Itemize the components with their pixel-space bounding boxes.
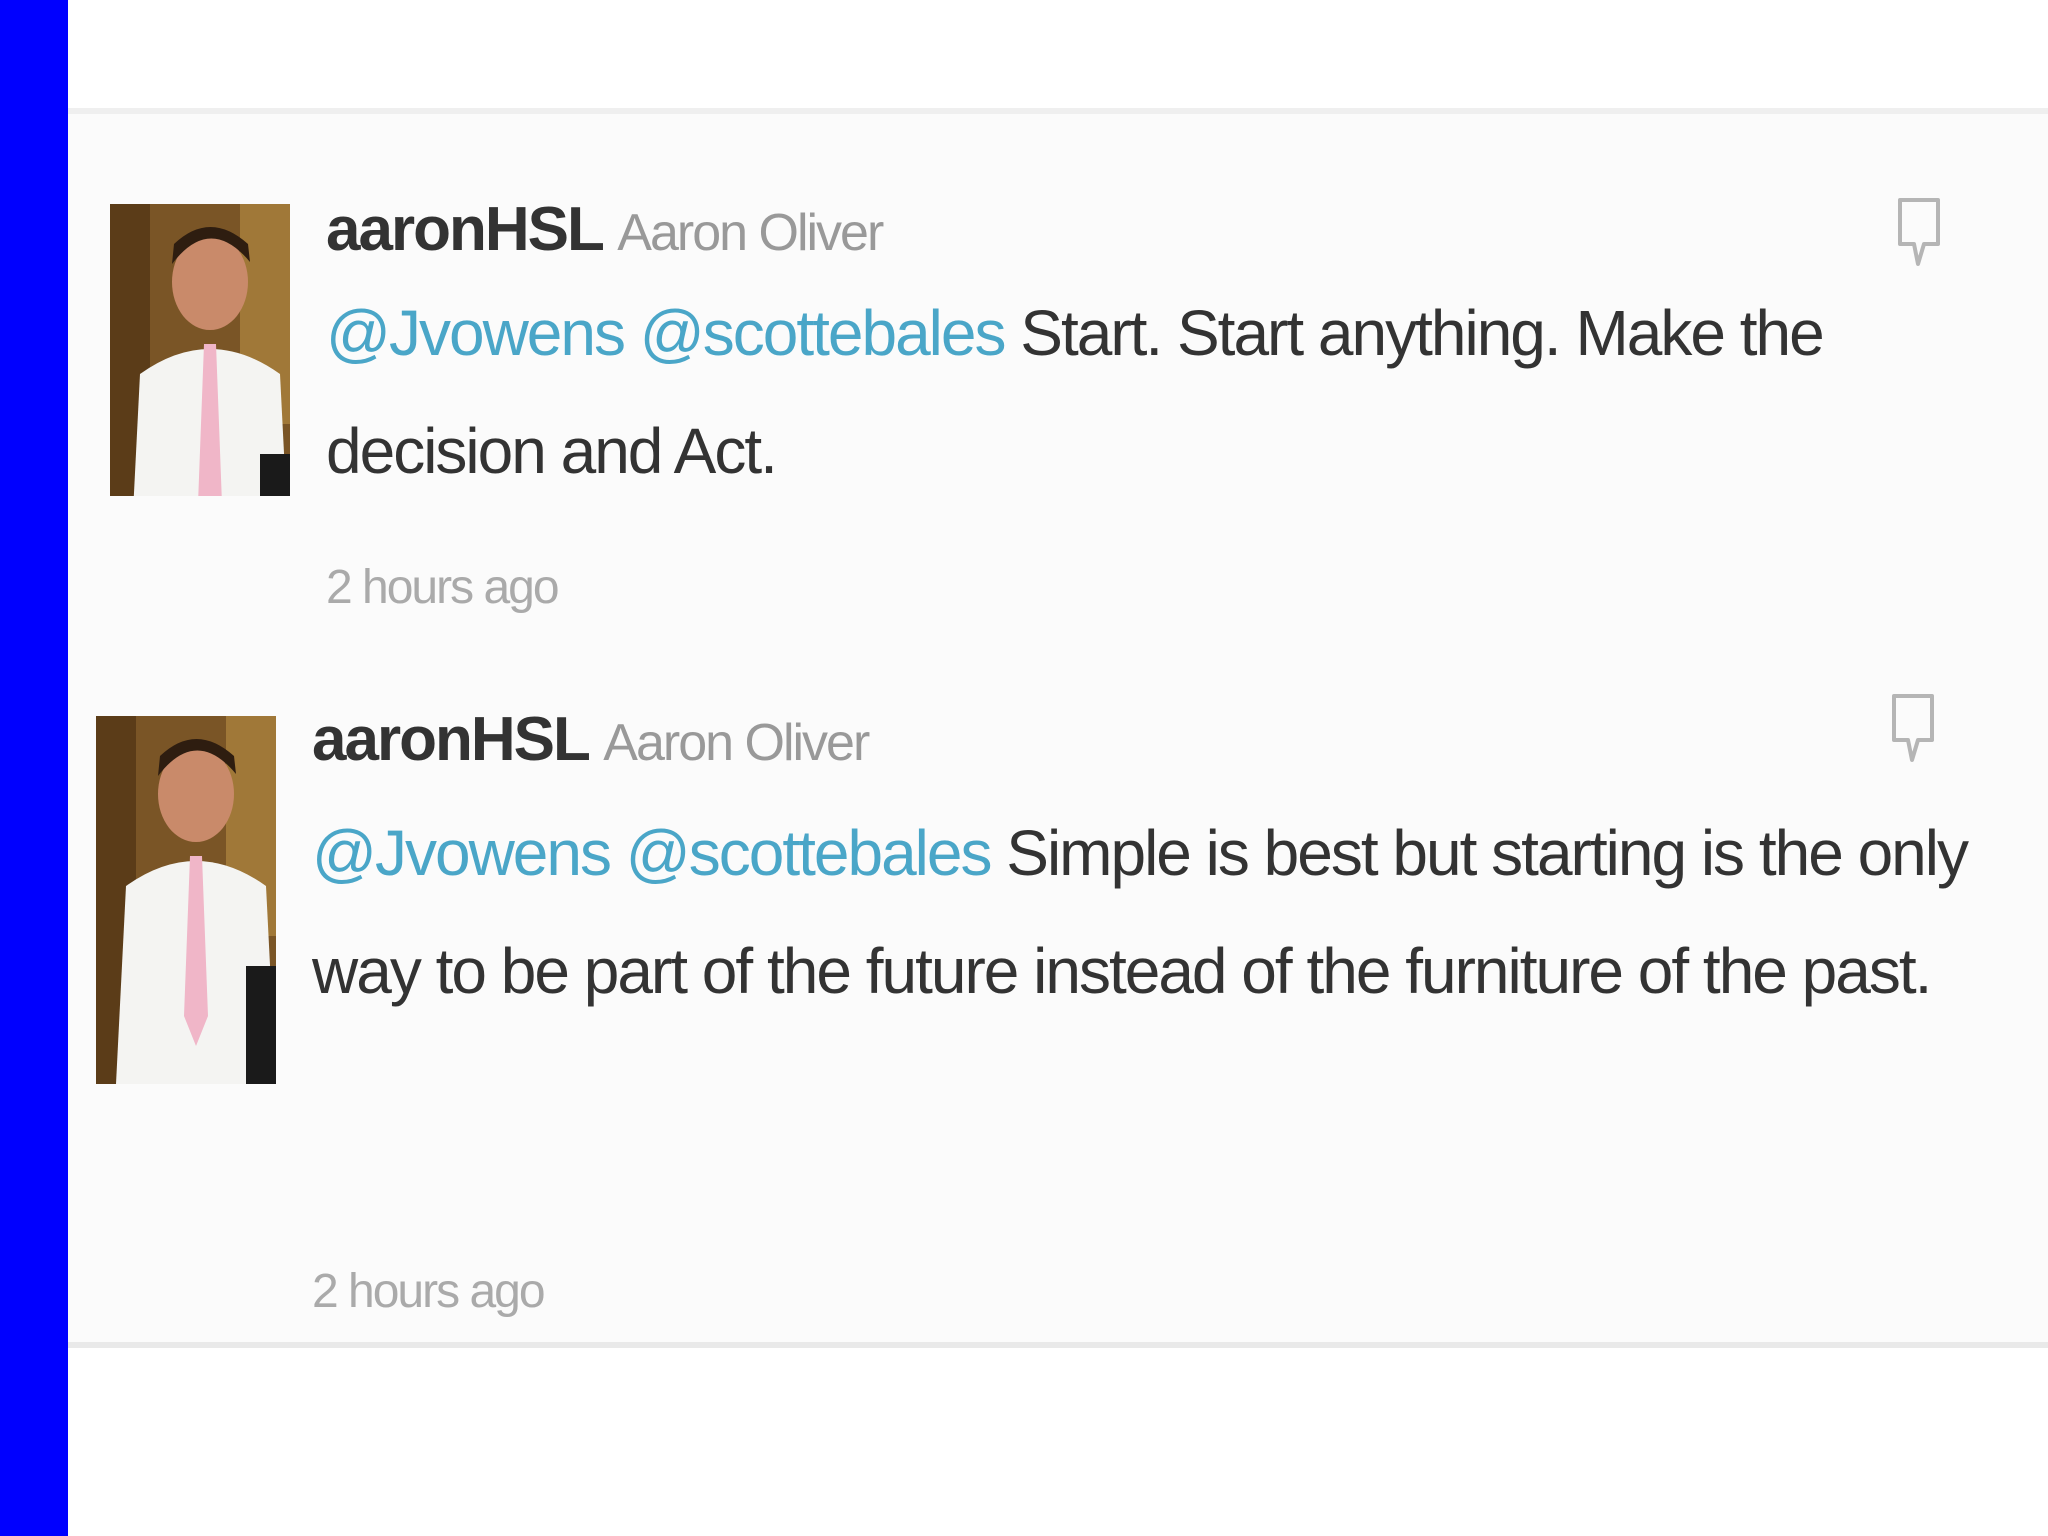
mention-link[interactable]: @scottebales (626, 817, 993, 889)
user-full-name[interactable]: Aaron Oliver (617, 204, 884, 262)
tweet-item: aaronHSL Aaron Oliver @Jvowens @scotteba… (68, 694, 2048, 1318)
tweet-timeline: aaronHSL Aaron Oliver @Jvowens @scotteba… (68, 108, 2048, 1348)
user-full-name[interactable]: Aaron Oliver (603, 714, 870, 772)
tweet-item: aaronHSL Aaron Oliver @Jvowens @scotteba… (68, 194, 2048, 644)
user-handle[interactable]: aaronHSL (326, 195, 605, 264)
reply-icon[interactable] (1888, 690, 1938, 770)
user-handle[interactable]: aaronHSL (312, 705, 591, 774)
tweet-header: aaronHSL Aaron Oliver (312, 704, 870, 775)
tweet-body: @Jvowens @scottebales Start. Start anyth… (326, 274, 2026, 510)
blue-side-bar (0, 0, 68, 1536)
reply-icon-glyph (1898, 198, 1940, 266)
tweet-timestamp[interactable]: 2 hours ago (326, 560, 560, 615)
mention-link[interactable]: @scottebales (640, 297, 1007, 369)
reply-icon[interactable] (1894, 194, 1944, 274)
avatar[interactable] (110, 204, 290, 496)
avatar[interactable] (96, 716, 276, 1084)
mention-link[interactable]: @Jvowens (326, 297, 626, 369)
screenshot-stage: aaronHSL Aaron Oliver @Jvowens @scotteba… (68, 0, 2048, 1536)
avatar-photo (110, 204, 290, 496)
tweet-body: @Jvowens @scottebales Simple is best but… (312, 794, 2048, 1030)
avatar-photo (96, 716, 276, 1084)
reply-icon-glyph (1892, 694, 1934, 762)
tweet-timestamp[interactable]: 2 hours ago (312, 1264, 546, 1319)
tweet-header: aaronHSL Aaron Oliver (326, 194, 884, 265)
mention-link[interactable]: @Jvowens (312, 817, 612, 889)
